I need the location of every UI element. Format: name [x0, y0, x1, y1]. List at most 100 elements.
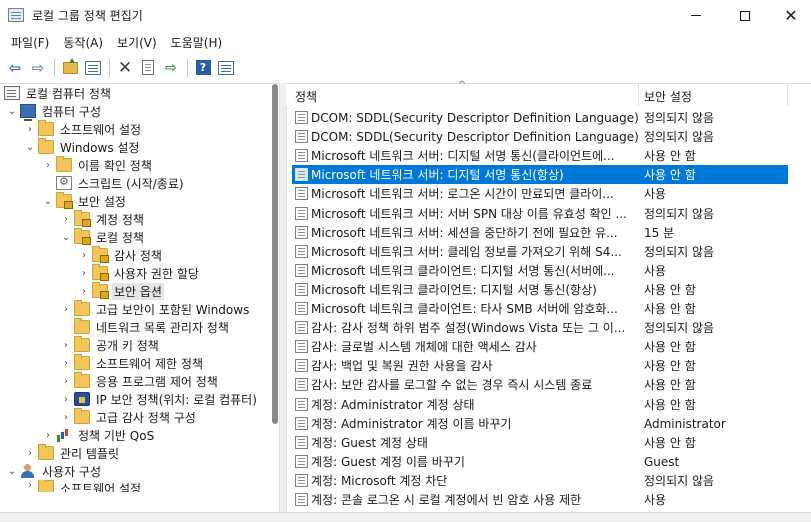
expanded-chevron-icon[interactable]: ⌄: [6, 466, 18, 477]
menu-action[interactable]: 동작(A): [58, 32, 108, 53]
policy-row[interactable]: 계정: Guest 계정 이름 바꾸기 Guest: [292, 452, 788, 471]
collapsed-chevron-icon[interactable]: ›: [78, 268, 90, 279]
back-button[interactable]: ⇦: [4, 57, 26, 79]
policy-row[interactable]: Microsoft 네트워크 서버: 세션을 중단하기 전에 필요한 유... 1…: [292, 223, 788, 242]
collapsed-chevron-icon[interactable]: ›: [60, 304, 72, 315]
policy-row[interactable]: Microsoft 네트워크 서버: 디지털 서명 통신(클라이언트에... 사용…: [292, 146, 788, 165]
tree-item-security-options[interactable]: › 보안 옵션: [78, 282, 164, 300]
close-icon: ✕: [784, 5, 798, 25]
policy-row[interactable]: 계정: Administrator 계정 이름 바꾸기 Administrator: [292, 414, 788, 433]
policy-row[interactable]: Microsoft 네트워크 서버: 클레임 정보를 가져오기 위해 S4...…: [292, 242, 788, 261]
policy-row[interactable]: Microsoft 네트워크 클라이언트: 디지털 서명 통신(항상) 사용 안 …: [292, 280, 788, 299]
console-tree-icon: [85, 60, 101, 75]
policy-row[interactable]: 감사: 보안 감사를 로그할 수 없는 경우 즉시 시스템 종료 사용 안 함: [292, 375, 788, 394]
tree-item-user-config[interactable]: ⌄ 사용자 구성: [6, 462, 103, 480]
delete-button[interactable]: ✕: [114, 57, 136, 79]
collapsed-chevron-icon[interactable]: ›: [78, 286, 90, 297]
expanded-chevron-icon[interactable]: ⌄: [60, 232, 72, 243]
help-button[interactable]: ?: [192, 57, 214, 79]
policy-row[interactable]: 계정: Guest 계정 상태 사용 안 함: [292, 433, 788, 452]
policy-row[interactable]: 감사: 백업 및 복원 권한 사용을 감사 사용 안 함: [292, 356, 788, 375]
export-list-button[interactable]: ⇨: [160, 57, 182, 79]
policy-row[interactable]: DCOM: SDDL(Security Descriptor Definitio…: [292, 108, 788, 127]
policy-security-setting: 정의되지 않음: [644, 245, 715, 259]
collapsed-chevron-icon[interactable]: ›: [60, 340, 72, 351]
collapsed-chevron-icon[interactable]: ›: [24, 124, 36, 135]
menu-view[interactable]: 보기(V): [112, 32, 162, 53]
tree-item-audit-policy[interactable]: › 감사 정책: [78, 246, 164, 264]
collapsed-chevron-icon[interactable]: ›: [60, 358, 72, 369]
tree-item-advanced-audit[interactable]: › 고급 감사 정책 구성: [60, 408, 198, 426]
collapsed-chevron-icon[interactable]: ›: [24, 480, 36, 491]
policy-name: 감사: 백업 및 복원 권한 사용을 감사: [311, 359, 493, 373]
maximize-button[interactable]: [722, 0, 768, 31]
tree-item-windows-settings[interactable]: ⌄ Windows 설정: [24, 138, 141, 156]
menu-help[interactable]: 도움말(H): [166, 32, 228, 53]
collapsed-chevron-icon[interactable]: ›: [24, 448, 36, 459]
collapsed-chevron-icon[interactable]: ›: [60, 214, 72, 225]
tree-item-local-policies[interactable]: ⌄ 로컬 정책: [60, 228, 146, 246]
tree-item-label: 컴퓨터 구성: [42, 104, 102, 119]
show-hide-console-tree-button[interactable]: [82, 57, 104, 79]
policy-row[interactable]: Microsoft 네트워크 서버: 로그온 시간이 만료되면 클라이... 사용: [292, 184, 788, 203]
collapsed-chevron-icon[interactable]: ›: [60, 412, 72, 423]
tree-item-public-key[interactable]: › 공개 키 정책: [60, 336, 161, 354]
policy-row[interactable]: 계정: Microsoft 계정 차단 정의되지 않음: [292, 471, 788, 490]
policy-row[interactable]: 감사: 감사 정책 하위 범주 설정(Windows Vista 또는 그 이.…: [292, 318, 788, 337]
tree-item-label: 정책 기반 QoS: [78, 428, 155, 443]
tree-item-ipsec[interactable]: › IP 보안 정책(위치: 로컬 컴퓨터): [60, 390, 265, 408]
policy-row[interactable]: 감사: 글로벌 시스템 개체에 대한 액세스 감사 사용 안 함: [292, 337, 788, 356]
collapsed-chevron-icon[interactable]: ›: [42, 160, 54, 171]
close-button[interactable]: ✕: [768, 0, 811, 31]
show-hide-action-pane-button[interactable]: [215, 57, 237, 79]
menu-file[interactable]: 파일(F): [6, 32, 54, 53]
tree-item-security-settings[interactable]: ⌄ 보안 설정: [42, 192, 128, 210]
policy-row[interactable]: Microsoft 네트워크 클라이언트: 타사 SMB 서버에 암호화... 사…: [292, 299, 788, 318]
collapsed-chevron-icon[interactable]: ›: [78, 250, 90, 261]
tree-item-name-resolution-policy[interactable]: › 이름 확인 정책: [42, 156, 154, 174]
column-header-policy[interactable]: 정책: [295, 88, 317, 105]
policy-row[interactable]: Microsoft 네트워크 클라이언트: 디지털 서명 통신(서버에... 사용: [292, 261, 788, 280]
column-divider[interactable]: [638, 84, 639, 106]
tree-item-software-restriction[interactable]: › 소프트웨어 제한 정책: [60, 354, 205, 372]
column-header-security-setting[interactable]: 보안 설정: [644, 88, 692, 105]
tree-scrollbar-thumb[interactable]: [272, 84, 278, 424]
tree-item-admin-templates[interactable]: › 관리 템플릿: [24, 444, 121, 462]
collapsed-chevron-icon[interactable]: ›: [42, 430, 54, 441]
folder-icon: [74, 300, 90, 316]
policy-row[interactable]: 계정: 콘솔 로그온 시 로컬 계정에서 빈 암호 사용 제한 사용: [292, 490, 788, 509]
tree-item-qos[interactable]: › 정책 기반 QoS: [42, 426, 156, 444]
tree-item-user-software-settings[interactable]: › 소프트웨어 설정: [24, 480, 143, 492]
tree-item-computer-config[interactable]: ⌄ 컴퓨터 구성: [6, 102, 103, 121]
tree-item-advanced-firewall[interactable]: › 고급 보안이 포함된 Windows: [60, 300, 251, 318]
tree-item-user-rights[interactable]: › 사용자 권한 할당: [78, 264, 201, 282]
properties-button[interactable]: [137, 57, 159, 79]
tree-item-network-list[interactable]: 네트워크 목록 관리자 정책: [74, 318, 231, 336]
tree-item-account-policies[interactable]: › 계정 정책: [60, 210, 146, 228]
policy-row[interactable]: 계정: Administrator 계정 상태 사용 안 함: [292, 395, 788, 414]
policy-row[interactable]: DCOM: SDDL(Security Descriptor Definitio…: [292, 127, 788, 146]
policy-setting-icon: [295, 359, 308, 372]
policy-name: 계정: Guest 계정 상태: [311, 436, 428, 450]
tree-item-software-settings[interactable]: › 소프트웨어 설정: [24, 120, 143, 138]
policy-name: 계정: Microsoft 계정 차단: [311, 474, 448, 488]
expanded-chevron-icon[interactable]: ⌄: [42, 196, 54, 207]
policy-row[interactable]: Microsoft 네트워크 서버: 서버 SPN 대상 이름 유효성 확인 .…: [292, 204, 788, 223]
toolbar-separator: [187, 58, 188, 77]
collapsed-chevron-icon[interactable]: ›: [60, 376, 72, 387]
collapsed-chevron-icon[interactable]: ›: [60, 394, 72, 405]
list-header: [286, 84, 811, 106]
tree-item-app-control[interactable]: › 응용 프로그램 제어 정책: [60, 372, 220, 390]
minimize-button[interactable]: [673, 0, 719, 31]
expanded-chevron-icon[interactable]: ⌄: [6, 106, 18, 117]
security-folder-icon: [74, 228, 91, 245]
forward-button[interactable]: ⇨: [27, 57, 49, 79]
tree-item-scripts[interactable]: 스크립트 (시작/종료): [56, 174, 186, 192]
policy-name: 감사: 감사 정책 하위 범주 설정(Windows Vista 또는 그 이.…: [311, 321, 626, 335]
expanded-chevron-icon[interactable]: ⌄: [24, 142, 36, 153]
column-divider[interactable]: [787, 84, 788, 106]
up-one-level-button[interactable]: [59, 57, 81, 79]
tree-item-local-computer-policy[interactable]: 로컬 컴퓨터 정책: [4, 84, 113, 102]
policy-setting-icon: [295, 340, 308, 353]
policy-row[interactable]: Microsoft 네트워크 서버: 디지털 서명 통신(항상) 사용 안 함: [292, 165, 788, 184]
